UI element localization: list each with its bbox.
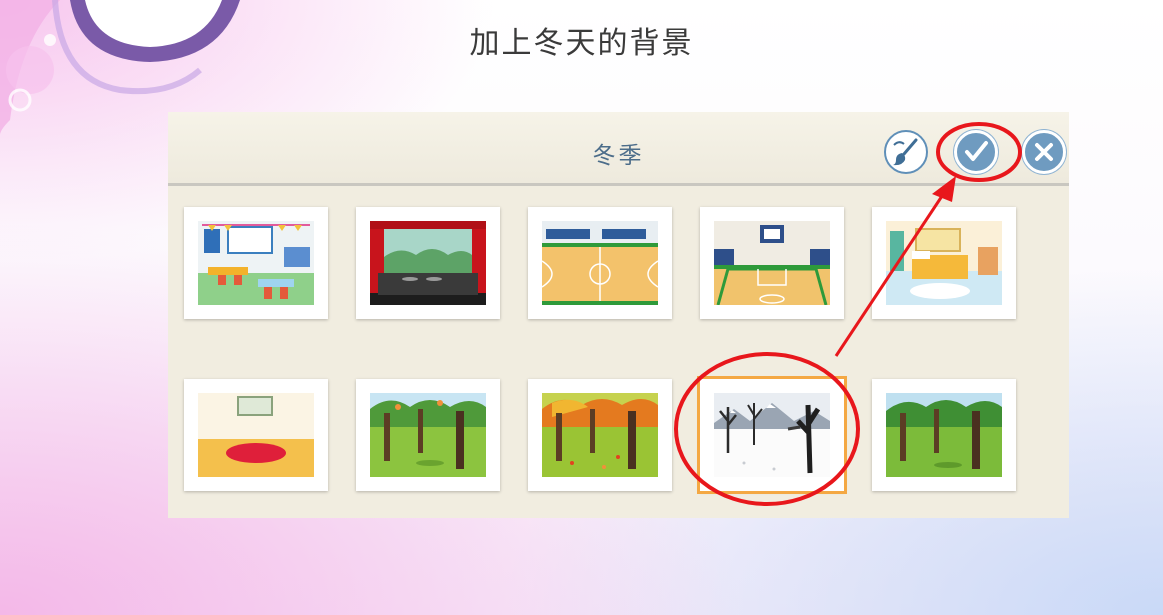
background-thumb-stage[interactable] (356, 207, 500, 319)
basketball-court-image (714, 221, 830, 305)
paint-button[interactable] (884, 130, 928, 174)
slide-title: 加上冬天的背景 (469, 26, 694, 61)
background-thumb-gym-court[interactable] (528, 207, 672, 319)
background-thumb-bedroom[interactable] (872, 207, 1016, 319)
forest-autumn-image (542, 393, 658, 477)
background-thumb-forest-spring[interactable] (356, 379, 500, 491)
forest-spring-image (370, 393, 486, 477)
empty-room-image (198, 393, 314, 477)
bedroom-image (886, 221, 1002, 305)
gym-court-image (542, 221, 658, 305)
background-thumb-basketball-court[interactable] (700, 207, 844, 319)
forest-summer-image (886, 393, 1002, 477)
background-thumb-forest-summer[interactable] (872, 379, 1016, 491)
checkmark-icon (965, 141, 988, 161)
background-picker-window: 冬季 (168, 112, 1069, 518)
forest-winter-image (714, 393, 830, 477)
background-thumb-forest-winter[interactable] (697, 376, 847, 494)
background-thumb-classroom[interactable] (184, 207, 328, 319)
picker-header: 冬季 (168, 112, 1069, 186)
close-button[interactable] (1022, 130, 1066, 174)
paintbrush-icon (893, 138, 918, 166)
season-title: 冬季 (592, 143, 645, 169)
background-thumb-empty-room[interactable] (184, 379, 328, 491)
confirm-button[interactable] (954, 130, 998, 174)
classroom-image (198, 221, 314, 305)
stage-image (370, 221, 486, 305)
background-thumb-forest-autumn[interactable] (528, 379, 672, 491)
close-icon (1035, 143, 1053, 161)
